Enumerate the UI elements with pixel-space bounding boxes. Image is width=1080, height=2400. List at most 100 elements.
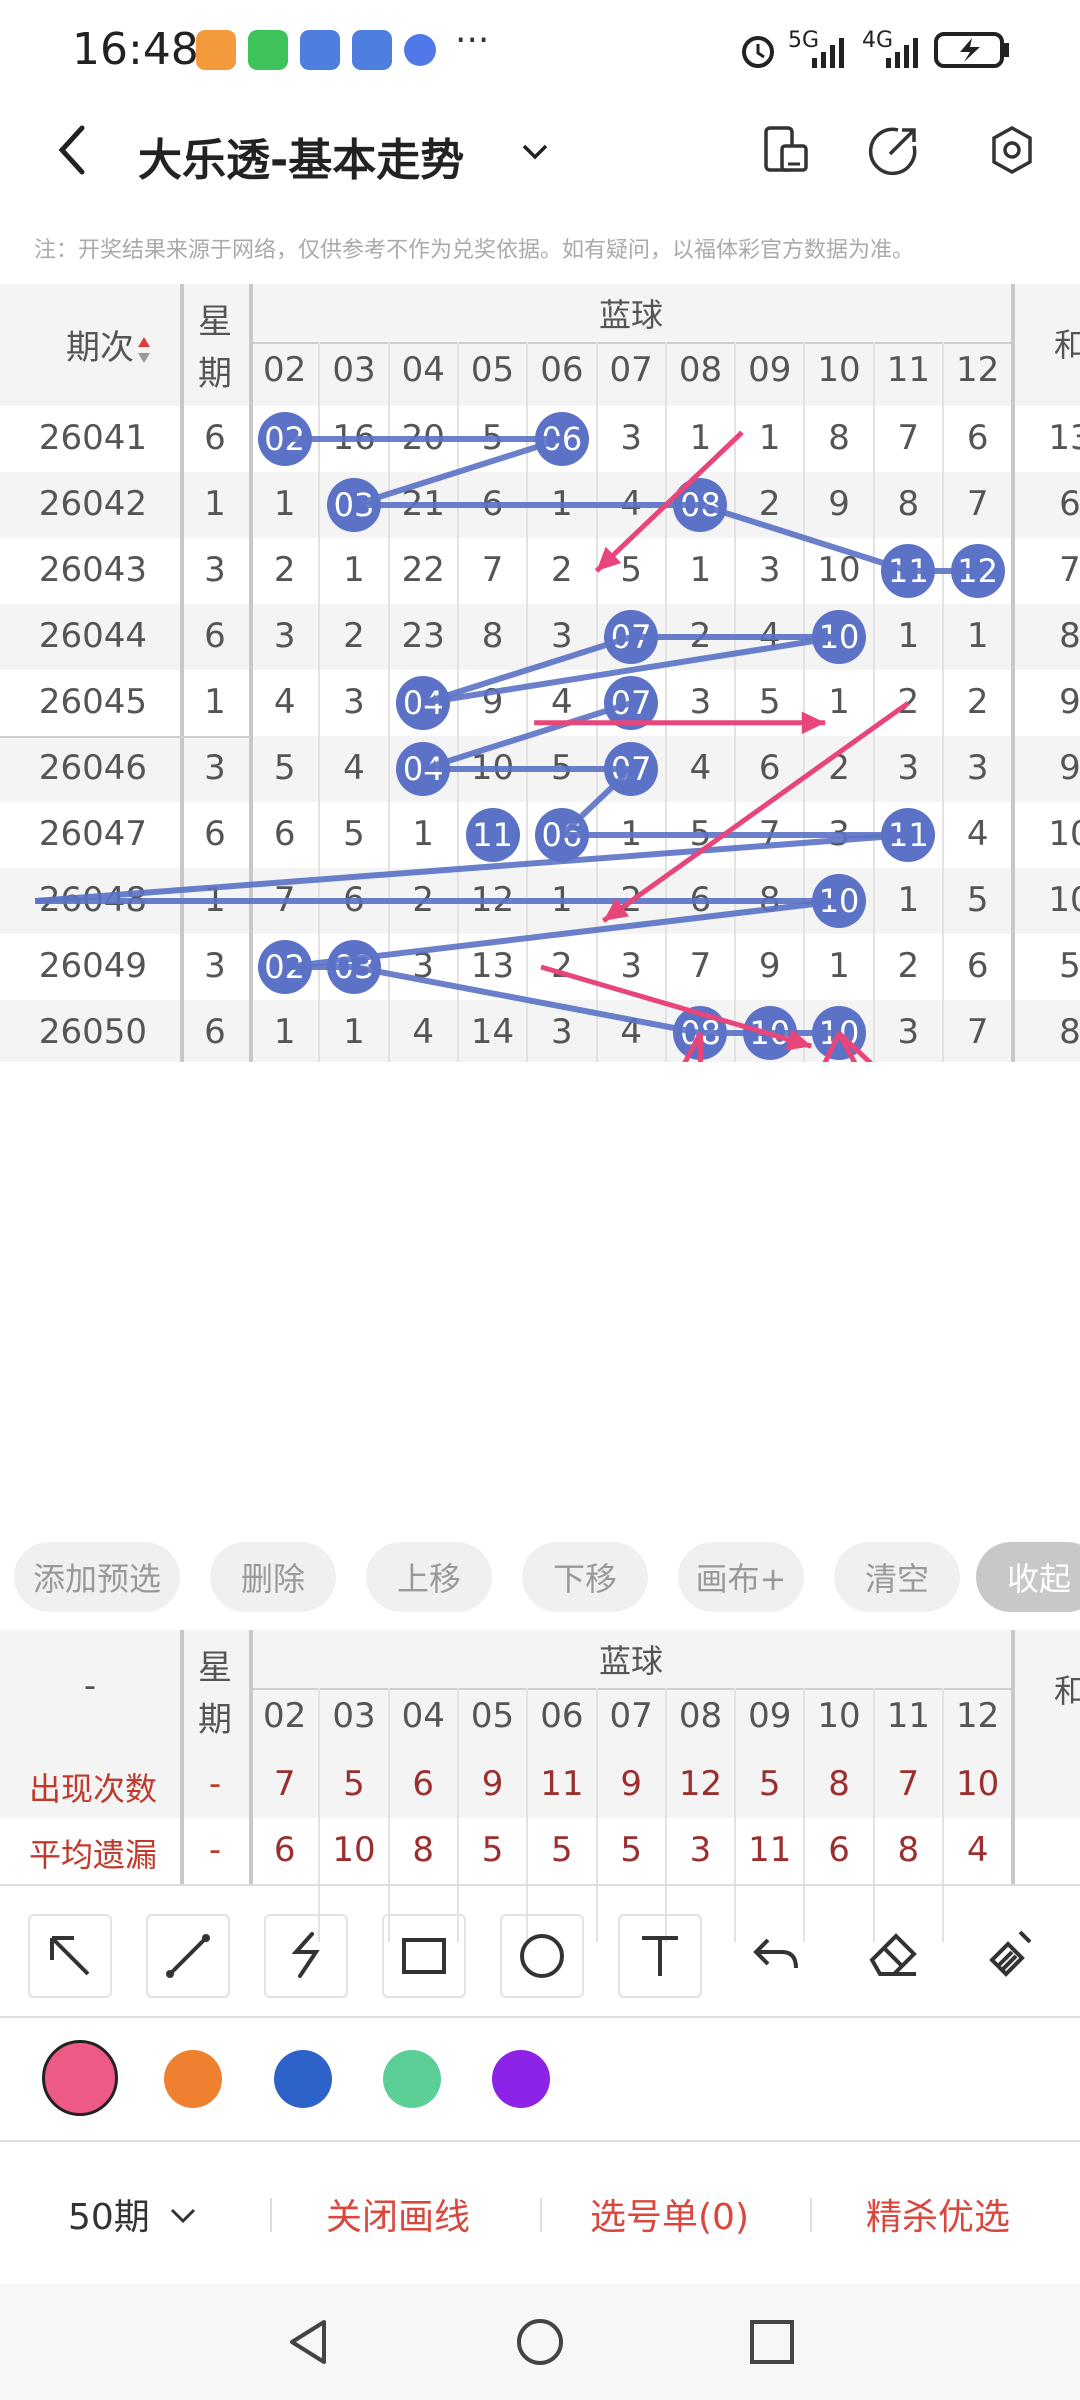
battery-icon <box>934 32 1009 68</box>
stats-col-number: 05 <box>470 1696 515 1736</box>
color-swatch-pink[interactable] <box>42 2040 118 2116</box>
move-down-button[interactable]: 下移 <box>522 1542 648 1612</box>
system-nav-bar <box>0 2284 1080 2400</box>
alarm-icon <box>742 36 774 68</box>
eraser-tool-button[interactable] <box>854 1914 934 1994</box>
appear-count: 7 <box>273 1764 296 1804</box>
period-selector[interactable]: 50期 <box>68 2188 150 2240</box>
avg-omit: 8 <box>412 1830 435 1870</box>
grid-line <box>1011 1630 1016 1884</box>
back-icon[interactable] <box>54 122 90 178</box>
move-up-button[interactable]: 上移 <box>366 1542 492 1612</box>
rectangle-icon <box>402 1938 446 1974</box>
share-icon[interactable] <box>868 124 920 176</box>
nav-back-icon[interactable] <box>282 2316 334 2368</box>
undo-tool-button[interactable] <box>736 1914 816 1994</box>
text-icon <box>642 1936 678 1976</box>
stats-col-number: 02 <box>263 1696 307 1736</box>
avg-omit: 5 <box>551 1830 573 1870</box>
signal-icon <box>812 38 844 68</box>
delete-button[interactable]: 删除 <box>210 1542 336 1612</box>
drawing-canvas[interactable] <box>0 284 1080 1062</box>
stats-table: - 星期 蓝球和 02 03 04 05 06 07 08 09 10 11 12 出现次数 - 平均遗漏 - 7 5… <box>0 1630 1080 1942</box>
settings-icon[interactable] <box>986 124 1038 176</box>
picks-list-button[interactable]: 选号单(0) <box>590 2188 749 2240</box>
add-preselect-button[interactable]: 添加预选 <box>14 1542 180 1612</box>
stats-col-blue: 蓝球 <box>598 1642 663 1680</box>
appear-count: 5 <box>758 1764 781 1804</box>
avg-omit: 6 <box>828 1830 850 1870</box>
separator <box>810 2198 812 2232</box>
circle-tool-button[interactable] <box>500 1914 584 1998</box>
notification-app-icon <box>404 34 436 66</box>
notification-app-icon <box>300 30 340 70</box>
appear-count: 12 <box>678 1764 723 1804</box>
appear-count: 5 <box>343 1764 365 1804</box>
avg-omit: 11 <box>748 1830 792 1870</box>
chevron-down-icon[interactable] <box>166 2198 200 2232</box>
stats-col-week: 星期 <box>198 1648 232 1740</box>
broom-icon <box>989 1930 1032 1977</box>
color-swatch-green[interactable] <box>383 2050 441 2108</box>
circle-icon <box>520 1934 564 1978</box>
grid-line <box>180 1630 184 1884</box>
stats-col-number: 08 <box>678 1696 723 1736</box>
title-bar: 大乐透-基本走势 <box>0 100 1080 200</box>
notification-app-icon <box>196 30 236 70</box>
text-tool-button[interactable] <box>618 1914 702 1998</box>
nav-home-icon[interactable] <box>514 2316 566 2368</box>
separator <box>540 2198 542 2232</box>
nav-recents-icon[interactable] <box>746 2316 798 2368</box>
appear-count: 6 <box>412 1764 435 1804</box>
appear-count: 10 <box>956 1764 1000 1804</box>
clear-button[interactable]: 清空 <box>834 1542 960 1612</box>
stats-row-omit-label: 平均遗漏 <box>28 1836 157 1874</box>
color-palette <box>0 2016 1080 2142</box>
undo-icon <box>753 1938 798 1969</box>
stats-col-number: 04 <box>401 1696 445 1736</box>
stats-col-number: 09 <box>748 1696 792 1736</box>
arrow-tool-button[interactable] <box>28 1914 112 1998</box>
disclaimer-notice: 注：开奖结果来源于网络，仅供参考不作为兑奖依据。如有疑问，以福体彩官方数据为准。 <box>34 238 915 263</box>
premium-picks-button[interactable]: 精杀优选 <box>866 2188 1010 2240</box>
curve-tool-button[interactable] <box>264 1914 348 1998</box>
drawing-toolbar <box>0 1884 1080 2016</box>
avg-omit: 4 <box>966 1830 989 1870</box>
stats-row-appear-week: - <box>208 1764 222 1804</box>
arrow-icon <box>50 1936 90 1976</box>
stats-col-number: 03 <box>332 1696 376 1736</box>
appear-count: 11 <box>540 1764 584 1804</box>
bottom-bar: 50期 关闭画线 选号单(0) 精杀优选 <box>0 2140 1080 2282</box>
rect-tool-button[interactable] <box>382 1914 466 1998</box>
stats-col-number: 06 <box>540 1696 584 1736</box>
stats-row-appear-label: 出现次数 <box>28 1770 157 1808</box>
appear-count: 9 <box>620 1764 642 1804</box>
avg-omit: 5 <box>620 1830 642 1870</box>
more-notifications-icon: ··· <box>455 20 490 61</box>
wechat-icon <box>248 30 288 70</box>
grid-line <box>249 1630 253 1884</box>
curve-icon <box>291 1932 320 1978</box>
notification-app-icon <box>352 30 392 70</box>
page-title[interactable]: 大乐透-基本走势 <box>138 124 464 188</box>
signal-icon <box>886 38 918 68</box>
color-swatch-blue[interactable] <box>274 2050 332 2108</box>
color-swatch-orange[interactable] <box>164 2050 222 2108</box>
line-icon <box>166 1934 210 1978</box>
color-swatch-purple[interactable] <box>492 2050 550 2108</box>
appear-count: 8 <box>828 1764 850 1804</box>
device-icon[interactable] <box>760 124 812 176</box>
close-lines-button[interactable]: 关闭画线 <box>326 2188 470 2240</box>
chevron-down-icon[interactable] <box>518 134 552 168</box>
stats-row-omit-week: - <box>208 1830 222 1870</box>
avg-omit: 10 <box>332 1830 376 1870</box>
avg-omit: 5 <box>481 1830 504 1870</box>
avg-omit: 3 <box>689 1830 712 1870</box>
line-tool-button[interactable] <box>146 1914 230 1998</box>
clear-canvas-tool-button[interactable] <box>972 1914 1052 1994</box>
appear-count: 9 <box>481 1764 504 1804</box>
stats-col-sum: 和 <box>1053 1672 1080 1710</box>
avg-omit: 6 <box>273 1830 296 1870</box>
canvas-plus-button[interactable]: 画布+ <box>678 1542 804 1612</box>
collapse-button[interactable]: 收起 <box>976 1542 1080 1612</box>
